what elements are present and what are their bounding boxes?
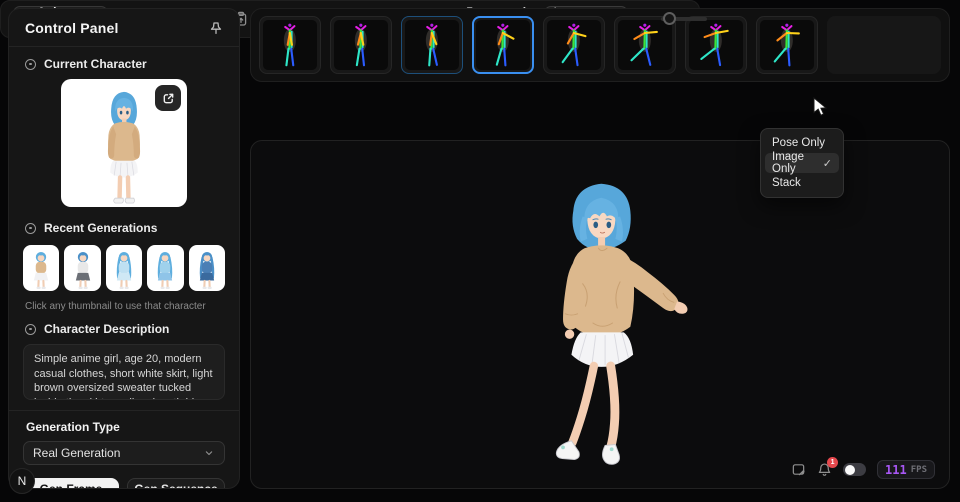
external-link-icon	[163, 93, 173, 103]
empty-frame-slot	[827, 16, 941, 74]
current-character-image[interactable]	[61, 79, 187, 207]
menu-item-label: Image Only	[772, 151, 804, 175]
pose-skeleton-image	[689, 20, 743, 70]
expand-character-button[interactable]	[155, 85, 181, 111]
menu-item-label: Pose Only	[772, 137, 826, 149]
canvas-statusbar: 1 111 FPS	[791, 457, 935, 479]
fps-badge: 111 FPS	[877, 460, 935, 479]
generation-controls: Generation Type Real Generation Gen Fram…	[9, 410, 239, 488]
preview-canvas[interactable]: 1 111 FPS	[250, 140, 950, 489]
view-mode-menu: Pose Only Image Only ✓ Stack	[760, 128, 844, 198]
pose-frame-2[interactable]	[330, 16, 392, 74]
current-character-label: Current Character	[44, 57, 147, 71]
panel-title: Control Panel	[25, 19, 119, 36]
section-target-icon	[25, 58, 36, 70]
pose-frame-5[interactable]	[543, 16, 605, 74]
thumbnail-hint-text: Click any thumbnail to use that characte…	[25, 301, 206, 312]
generation-type-select[interactable]: Real Generation	[23, 441, 225, 465]
app-logo[interactable]: N	[9, 468, 35, 494]
chevron-down-icon	[203, 447, 215, 459]
menu-item-stack[interactable]: Stack	[765, 173, 839, 193]
pose-frame-3[interactable]	[401, 16, 463, 74]
recent-generations-row	[9, 241, 239, 291]
pose-skeleton-image	[476, 20, 530, 70]
sidebar-header: Control Panel	[9, 9, 239, 47]
recent-character-5[interactable]	[188, 245, 226, 291]
pin-icon	[210, 21, 222, 34]
current-character-section: Current Character	[9, 47, 239, 77]
section-target-icon	[25, 323, 36, 335]
recent-character-2[interactable]	[64, 245, 101, 291]
gen-frame-button[interactable]: Gen Frame	[23, 478, 119, 488]
panel-edit-icon	[792, 464, 805, 476]
fps-slider[interactable]	[660, 12, 707, 25]
pose-skeleton-image	[405, 20, 459, 70]
toggle-knob	[844, 464, 855, 475]
canvas-toggle[interactable]	[843, 463, 867, 476]
recent-character-3[interactable]	[105, 245, 143, 291]
generation-type-label: Generation Type	[26, 420, 120, 434]
pose-filmstrip	[250, 8, 950, 82]
recent-generations-label: Recent Generations	[44, 221, 158, 235]
notification-badge: 1	[827, 457, 839, 468]
mouse-cursor	[813, 97, 827, 116]
recent-generations-section: Recent Generations	[9, 211, 239, 241]
menu-item-label: Stack	[772, 177, 801, 189]
recent-character-4[interactable]	[147, 245, 184, 291]
generation-type-value: Real Generation	[33, 446, 121, 460]
pose-frame-8[interactable]	[756, 16, 818, 74]
section-target-icon	[25, 222, 36, 234]
recent-character-1[interactable]	[23, 245, 60, 291]
fps-slider-knob[interactable]	[662, 12, 676, 25]
menu-item-image-only[interactable]: Image Only ✓	[765, 151, 839, 175]
panel-edit-button[interactable]	[791, 462, 806, 477]
pose-skeleton-image	[618, 20, 672, 70]
character-description-input[interactable]: Simple anime girl, age 20, modern casual…	[23, 344, 225, 400]
pose-frame-1[interactable]	[259, 16, 321, 74]
pose-skeleton-image	[760, 20, 814, 70]
check-icon: ✓	[822, 157, 832, 170]
pin-panel-button[interactable]	[209, 21, 223, 35]
pose-frame-7[interactable]	[685, 16, 747, 74]
fps-value: 111	[885, 462, 907, 477]
control-panel-sidebar: Control Panel Current Character Recent G…	[8, 8, 240, 489]
pose-skeleton-image	[263, 20, 317, 70]
menu-item-pose-only[interactable]: Pose Only	[765, 133, 839, 153]
gen-sequence-button[interactable]: Gen Sequence	[127, 478, 225, 488]
character-description-section: Character Description	[9, 316, 239, 342]
pose-skeleton-image	[334, 20, 388, 70]
pose-frame-4[interactable]	[472, 16, 534, 74]
character-description-label: Character Description	[44, 322, 170, 336]
pose-skeleton-image	[547, 20, 601, 70]
notifications-button[interactable]: 1	[817, 457, 839, 477]
generated-character-image	[555, 183, 688, 465]
fps-unit: FPS	[910, 464, 927, 475]
